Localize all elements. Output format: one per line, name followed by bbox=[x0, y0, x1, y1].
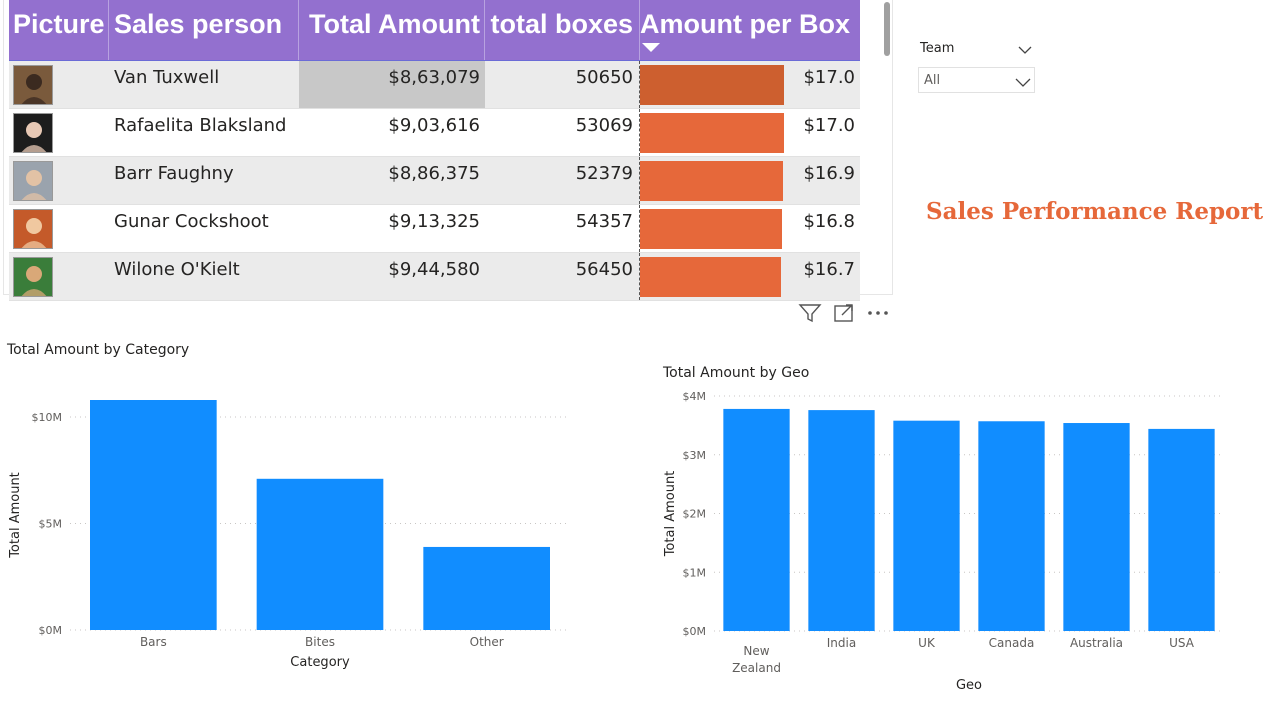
sort-descending-icon[interactable] bbox=[642, 43, 660, 52]
x-tick-label: New Zealand bbox=[732, 644, 781, 675]
total-amount-cell: $8,86,375 bbox=[388, 163, 480, 184]
total-amount-cell: $8,63,079 bbox=[388, 67, 480, 88]
sales-person-name: Barr Faughny bbox=[114, 163, 234, 184]
y-tick-label: $10M bbox=[32, 411, 63, 424]
y-tick-label: $4M bbox=[683, 390, 707, 403]
sales-person-photo bbox=[13, 161, 53, 201]
table-row[interactable]: Gunar Cockshoot $9,13,325 54357 $16.8 bbox=[9, 205, 860, 253]
x-tick-label: UK bbox=[918, 636, 936, 650]
amount-per-box-cell: $16.8 bbox=[803, 211, 855, 232]
y-tick-label: $3M bbox=[683, 449, 707, 462]
x-tick-label: Bars bbox=[140, 635, 167, 649]
y-tick-label: $1M bbox=[683, 566, 707, 579]
total-amount-cell: $9,13,325 bbox=[388, 211, 480, 232]
amount-per-box-databar bbox=[640, 209, 782, 249]
amount-per-box-databar bbox=[640, 161, 783, 201]
table-row[interactable]: Van Tuxwell $8,63,079 50650 $17.0 bbox=[9, 61, 860, 109]
x-tick-label: Canada bbox=[989, 636, 1035, 650]
filter-icon[interactable] bbox=[798, 302, 822, 324]
bar-bars[interactable] bbox=[90, 400, 217, 630]
sales-person-photo bbox=[13, 257, 53, 297]
bar-uk[interactable] bbox=[893, 420, 960, 631]
bar-india[interactable] bbox=[808, 410, 875, 631]
header-total-boxes[interactable]: total boxes bbox=[485, 0, 633, 60]
table-row[interactable]: Wilone O'Kielt $9,44,580 56450 $16.7 bbox=[9, 253, 860, 301]
header-picture[interactable]: Picture bbox=[13, 0, 105, 60]
y-tick-label: $0M bbox=[683, 625, 707, 638]
amount-per-box-cell: $16.7 bbox=[803, 259, 855, 280]
bar-australia[interactable] bbox=[1063, 423, 1130, 631]
bar-canada[interactable] bbox=[978, 421, 1045, 631]
sales-person-name: Gunar Cockshoot bbox=[114, 211, 269, 232]
geo-bar-chart: $0M $1M $2M $3M $4M New Zealand India UK Canada Au… bbox=[663, 390, 1224, 693]
chart-geo-title: Total Amount by Geo bbox=[663, 365, 810, 381]
total-boxes-cell: 54357 bbox=[575, 211, 633, 232]
sales-person-name: Van Tuxwell bbox=[114, 67, 220, 88]
category-bar-chart: $0M $5M $10M Bars Bites Other Category Total Am… bbox=[8, 400, 570, 670]
amount-per-box-databar bbox=[640, 257, 781, 297]
bar-new-zealand[interactable] bbox=[723, 408, 790, 631]
sales-person-photo bbox=[13, 113, 53, 153]
x-axis-title: Geo bbox=[956, 678, 982, 693]
header-sales-person[interactable]: Sales person bbox=[114, 0, 294, 60]
sales-person-name: Rafaelita Blaksland bbox=[114, 115, 287, 136]
sales-table: Picture Sales person Total Amount total … bbox=[3, 0, 893, 301]
amount-per-box-cell: $17.0 bbox=[803, 115, 855, 136]
sales-person-photo bbox=[13, 209, 53, 249]
total-amount-cell: $9,03,616 bbox=[388, 115, 480, 136]
header-total-amount[interactable]: Total Amount bbox=[299, 0, 480, 60]
total-amount-cell: $9,44,580 bbox=[388, 259, 480, 280]
more-options-icon[interactable] bbox=[866, 302, 890, 324]
y-axis-title: Total Amount bbox=[8, 472, 23, 559]
sales-person-photo bbox=[13, 65, 53, 105]
vertical-scrollbar[interactable] bbox=[884, 2, 890, 56]
x-tick-label: India bbox=[827, 636, 856, 650]
x-tick-label: Bites bbox=[305, 635, 335, 649]
amount-per-box-databar bbox=[640, 113, 784, 153]
amount-per-box-databar bbox=[640, 65, 784, 105]
amount-per-box-cell: $16.9 bbox=[803, 163, 855, 184]
total-boxes-cell: 53069 bbox=[575, 115, 633, 136]
total-boxes-cell: 50650 bbox=[575, 67, 633, 88]
chevron-down-icon[interactable] bbox=[1018, 40, 1032, 59]
y-tick-label: $5M bbox=[39, 518, 63, 531]
bar-bites[interactable] bbox=[256, 478, 384, 630]
table-row[interactable]: Barr Faughny $8,86,375 52379 $16.9 bbox=[9, 157, 860, 205]
y-tick-label: $0M bbox=[39, 624, 63, 637]
total-boxes-cell: 52379 bbox=[575, 163, 633, 184]
focus-mode-icon[interactable] bbox=[832, 302, 856, 324]
chart-category-title: Total Amount by Category bbox=[7, 342, 190, 358]
x-tick-label: USA bbox=[1169, 636, 1195, 650]
sales-person-name: Wilone O'Kielt bbox=[114, 259, 240, 280]
bar-usa[interactable] bbox=[1148, 428, 1215, 631]
slicer-value[interactable]: All bbox=[924, 73, 940, 88]
report-title: Sales Performance Report bbox=[926, 198, 1264, 225]
x-axis-title: Category bbox=[290, 655, 350, 670]
table-row[interactable]: Rafaelita Blaksland $9,03,616 53069 $17.0 bbox=[9, 109, 860, 157]
dropdown-chevron-icon[interactable] bbox=[1015, 72, 1031, 91]
header-amount-per-box[interactable]: Amount per Box bbox=[640, 0, 856, 60]
total-boxes-cell: 56450 bbox=[575, 259, 633, 280]
bar-other[interactable] bbox=[423, 546, 550, 630]
y-tick-label: $2M bbox=[683, 508, 707, 521]
x-tick-label: Australia bbox=[1070, 636, 1123, 650]
amount-per-box-cell: $17.0 bbox=[803, 67, 855, 88]
table-header: Picture Sales person Total Amount total … bbox=[9, 0, 860, 62]
y-axis-title: Total Amount bbox=[663, 471, 678, 558]
x-tick-label: Other bbox=[470, 635, 504, 649]
slicer-title: Team bbox=[920, 41, 955, 56]
